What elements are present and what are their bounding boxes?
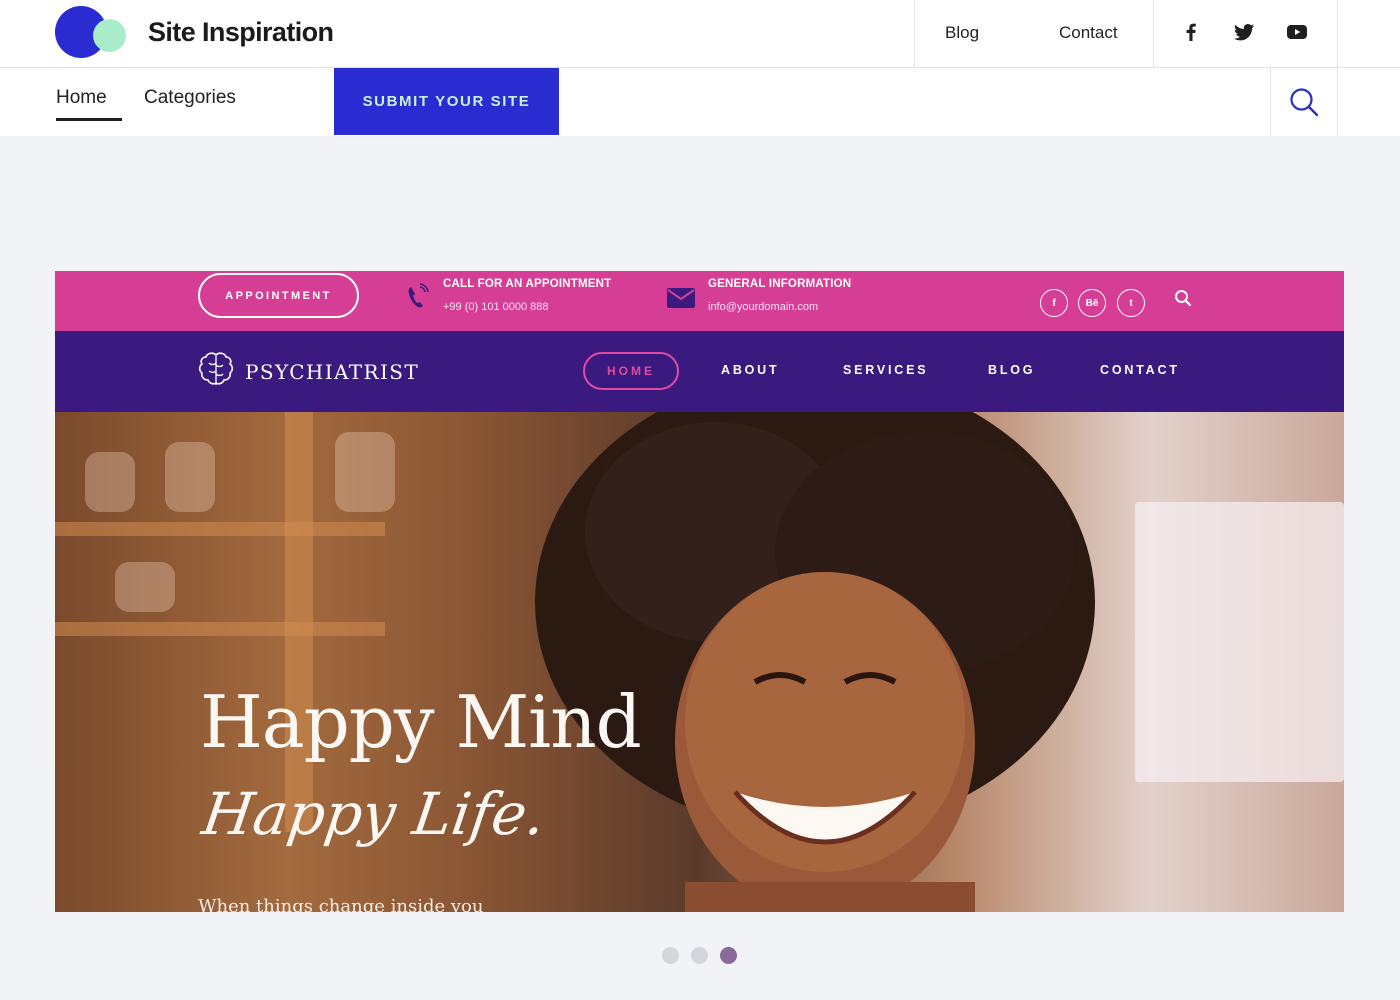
- search-button[interactable]: [1270, 68, 1338, 136]
- preview-site-name: PSYCHIATRIST: [245, 360, 420, 384]
- preview-hero-image: Happy Mind Happy Life. When things chang…: [55, 412, 1344, 912]
- preview-search-icon: [1175, 290, 1192, 307]
- social-links: [1154, 0, 1338, 67]
- preview-nav-bar: PSYCHIATRIST HOME ABOUT SERVICES BLOG CO…: [55, 331, 1344, 412]
- preview-hero-tagline: When things change inside you: [198, 896, 484, 912]
- preview-nav-blog: BLOG: [988, 363, 1036, 377]
- preview-behance-icon: Bē: [1078, 289, 1106, 317]
- brand-name[interactable]: Site Inspiration: [148, 17, 334, 48]
- preview-nav-contact: CONTACT: [1100, 363, 1180, 377]
- carousel-dot-1[interactable]: [662, 947, 679, 964]
- shelf-decor: [55, 522, 385, 536]
- info-email: info@yourdomain.com: [708, 301, 819, 313]
- top-nav: Blog Contact: [914, 0, 1154, 67]
- carousel-dot-2[interactable]: [691, 947, 708, 964]
- youtube-icon[interactable]: [1285, 20, 1309, 44]
- carousel-dot-3[interactable]: [720, 947, 737, 964]
- active-tab-indicator: [56, 118, 122, 121]
- facebook-icon[interactable]: [1179, 20, 1203, 44]
- site-logo-icon[interactable]: [55, 6, 127, 60]
- brain-icon: [198, 352, 234, 385]
- envelope-icon: [667, 288, 695, 308]
- logo-mint-circle: [93, 19, 126, 52]
- jar-decor: [115, 562, 175, 612]
- jar-decor: [165, 442, 215, 512]
- preview-appointment-button: APPOINTMENT: [198, 273, 359, 318]
- shelf-decor: [285, 412, 313, 832]
- nav-link-blog[interactable]: Blog: [945, 23, 979, 43]
- preview-info-bar: APPOINTMENT CALL FOR AN APPOINTMENT +99 …: [55, 271, 1344, 331]
- phone-icon: [408, 283, 429, 308]
- preview-nav-services: SERVICES: [843, 363, 929, 377]
- preview-twitter-icon: t: [1117, 289, 1145, 317]
- nav-link-contact[interactable]: Contact: [1059, 23, 1118, 43]
- search-icon: [1290, 88, 1319, 117]
- jar-decor: [335, 432, 395, 512]
- submit-site-button[interactable]: SUBMIT YOUR SITE: [334, 68, 559, 135]
- call-number: +99 (0) 101 0000 888: [443, 301, 549, 313]
- info-title: GENERAL INFORMATION: [708, 278, 852, 290]
- featured-site-preview[interactable]: APPOINTMENT CALL FOR AN APPOINTMENT +99 …: [55, 271, 1344, 912]
- top-header: Site Inspiration Blog Contact: [0, 0, 1400, 68]
- subnav-item-home[interactable]: Home: [56, 87, 107, 109]
- preview-nav-about: ABOUT: [721, 363, 780, 377]
- preview-facebook-icon: f: [1040, 289, 1068, 317]
- shelf-decor: [55, 622, 385, 636]
- call-title: CALL FOR AN APPOINTMENT: [443, 278, 612, 290]
- twitter-icon[interactable]: [1232, 20, 1256, 44]
- jar-decor: [85, 452, 135, 512]
- preview-nav-home: HOME: [583, 352, 679, 390]
- woman-portrait-image: [535, 412, 1095, 912]
- preview-hero-title: Happy Mind: [200, 680, 642, 764]
- preview-hero-subtitle: Happy Life.: [198, 780, 550, 848]
- subnav-item-categories[interactable]: Categories: [144, 87, 236, 109]
